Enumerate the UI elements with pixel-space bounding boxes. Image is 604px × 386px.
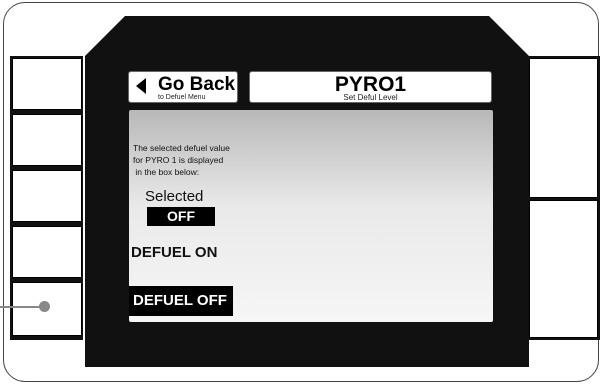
page-subtitle: Set Deful Level <box>343 93 398 102</box>
defuel-on-option[interactable]: DEFUEL ON <box>131 244 217 261</box>
defuel-off-option[interactable]: DEFUEL OFF <box>129 286 233 316</box>
main-display: The selected defuel value for PYRO 1 is … <box>129 110 493 322</box>
description-text: The selected defuel value for PYRO 1 is … <box>133 143 230 177</box>
go-back-button[interactable]: Go Back to Defuel Menu <box>128 71 238 103</box>
go-back-label: Go Back <box>158 74 236 95</box>
right-softkey-1[interactable] <box>529 58 598 198</box>
pointer-dot-icon <box>39 301 50 312</box>
go-back-sublabel: to Defuel Menu <box>158 94 206 101</box>
pointer-line <box>0 306 44 308</box>
title-box: PYRO1 Set Deful Level <box>249 71 492 103</box>
left-softkey-column <box>10 56 83 340</box>
selected-label: Selected <box>145 188 204 205</box>
back-arrow-icon <box>136 78 146 94</box>
right-softkey-2[interactable] <box>529 200 598 338</box>
left-softkey-2[interactable] <box>12 114 82 166</box>
left-softkey-1[interactable] <box>12 58 82 110</box>
left-softkey-3[interactable] <box>12 170 82 222</box>
selected-value-box: OFF <box>147 207 215 226</box>
right-softkey-column <box>527 56 600 340</box>
left-softkey-4[interactable] <box>12 226 82 278</box>
